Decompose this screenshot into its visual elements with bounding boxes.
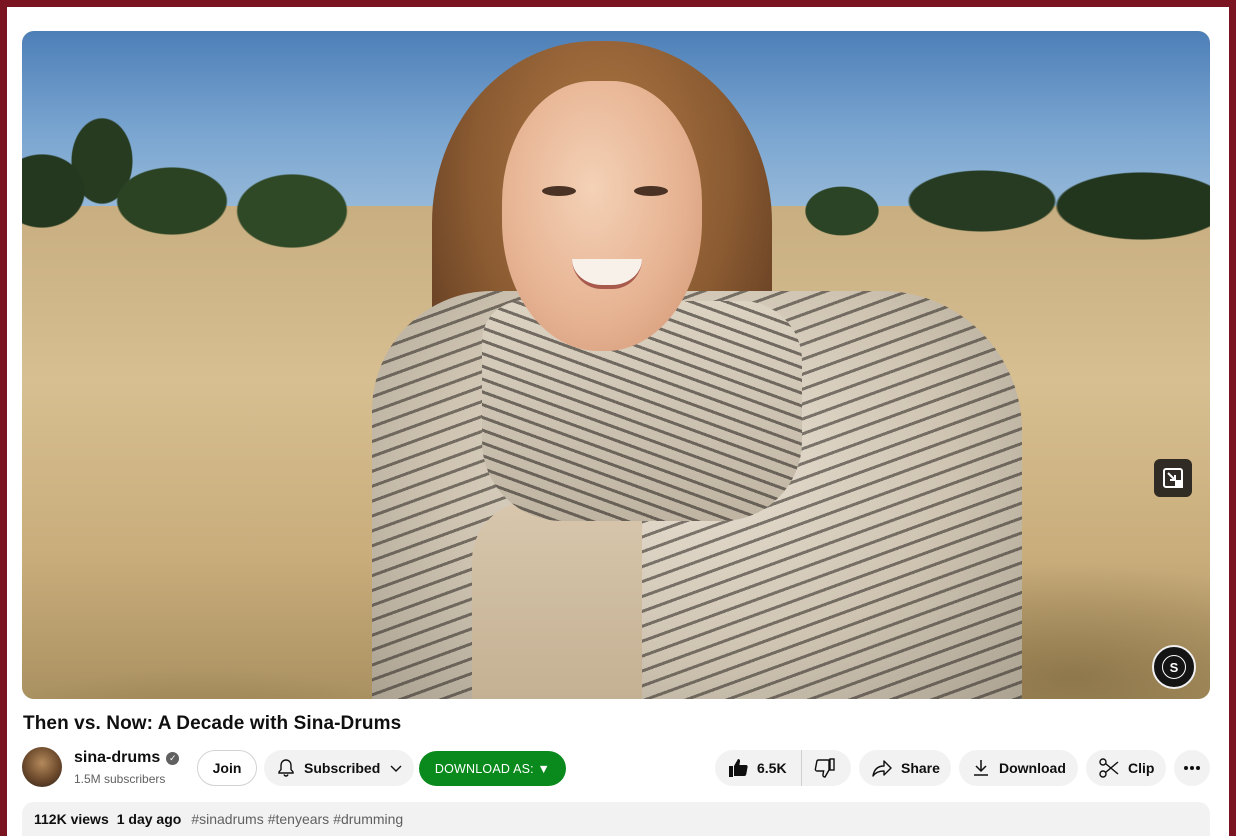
more-horizontal-icon [1183, 765, 1201, 771]
clip-button[interactable]: Clip [1086, 750, 1166, 786]
hashtag-list: #sinadrums #tenyears #drumming [191, 811, 403, 827]
share-arrow-icon [871, 757, 893, 779]
video-player[interactable]: S [22, 31, 1210, 699]
dislike-button[interactable] [802, 750, 836, 786]
subscriber-count: 1.5M subscribers [74, 772, 166, 786]
channel-name[interactable]: sina-drums [74, 749, 160, 767]
download-as-button[interactable]: DOWNLOAD AS: ▼ [419, 751, 566, 786]
verified-check-icon: ✓ [166, 751, 180, 765]
hashtag-link[interactable]: #tenyears [268, 811, 329, 827]
video-frame [22, 31, 1210, 699]
watermark-letter: S [1162, 655, 1186, 679]
clip-label: Clip [1128, 760, 1155, 776]
download-button[interactable]: Download [959, 750, 1078, 786]
description-meta: 112K views 1 day ago #sinadrums #tenyear… [34, 811, 403, 827]
subscribed-button[interactable]: Subscribed [264, 750, 414, 786]
hashtag-link[interactable]: #sinadrums [191, 811, 263, 827]
avatar[interactable] [22, 747, 62, 787]
sina-drums-logo[interactable]: S [1152, 645, 1196, 689]
chevron-down-icon [388, 760, 404, 776]
view-count: 112K views [34, 811, 109, 827]
download-icon [971, 758, 991, 778]
subscribed-label: Subscribed [304, 760, 381, 776]
thumbs-up-icon [727, 757, 749, 779]
like-dislike-group: 6.5K [715, 750, 851, 786]
share-button[interactable]: Share [859, 750, 951, 786]
join-button[interactable]: Join [197, 750, 257, 786]
thumbs-down-icon [814, 757, 836, 779]
like-count: 6.5K [757, 760, 787, 776]
video-title: Then vs. Now: A Decade with Sina-Drums [23, 713, 402, 734]
more-actions-button[interactable] [1174, 750, 1210, 786]
scissors-icon [1098, 757, 1120, 779]
channel-name-row[interactable]: sina-drums ✓ [74, 749, 180, 767]
like-button[interactable]: 6.5K [727, 750, 802, 786]
hashtag-link[interactable]: #drumming [333, 811, 403, 827]
share-label: Share [901, 760, 940, 776]
download-as-label: DOWNLOAD AS: ▼ [434, 761, 551, 776]
download-label: Download [999, 760, 1066, 776]
bell-icon [276, 758, 296, 778]
description-box[interactable]: 112K views 1 day ago #sinadrums #tenyear… [22, 802, 1210, 836]
video-person [352, 31, 1032, 699]
miniplayer-icon[interactable] [1154, 459, 1192, 497]
join-label: Join [212, 760, 242, 776]
upload-date: 1 day ago [116, 811, 182, 827]
youtube-watch-page: S Then vs. Now: A Decade with Sina-Drums… [7, 7, 1229, 836]
video-trees-left [22, 101, 352, 251]
